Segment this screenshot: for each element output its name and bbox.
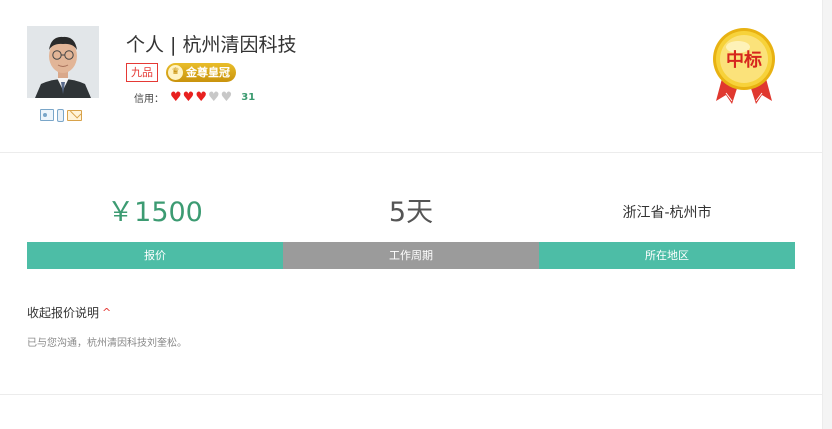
chevron-up-icon: ^ — [102, 306, 112, 319]
crown-badge-label: 金尊皇冠 — [186, 66, 230, 79]
verification-icons — [40, 108, 82, 122]
bidder-name[interactable]: 个人 | 杭州清因科技 — [126, 30, 296, 57]
medal-label: 中标 — [726, 49, 762, 71]
bid-note: 已与您沟通，杭州清因科技刘奎松。 — [27, 338, 187, 349]
crown-icon: ♛ — [168, 65, 183, 80]
crown-badge: ♛ 金尊皇冠 — [166, 63, 236, 82]
credit-label: 信用： — [134, 94, 164, 105]
heart-icon: ♥ — [195, 90, 207, 105]
credit-rating: 信用： ♥ ♥ ♥ ♥ ♥ 31 — [134, 90, 255, 105]
period-label: 工作周期 — [283, 242, 539, 269]
scrollbar[interactable] — [822, 0, 832, 429]
winning-bid-medal: 中标 — [708, 27, 780, 105]
collapse-details-toggle[interactable]: 收起报价说明 ^ — [27, 304, 111, 321]
heart-icon: ♥ — [170, 90, 182, 105]
credit-hearts: ♥ ♥ ♥ ♥ ♥ — [170, 91, 232, 104]
avatar[interactable] — [27, 26, 99, 98]
area-value: 浙江省-杭州市 — [622, 205, 712, 221]
area-label: 所在地区 — [539, 242, 795, 269]
bid-card: 个人 | 杭州清因科技 九品 ♛ 金尊皇冠 信用： ♥ ♥ ♥ ♥ ♥ 31 中标 ￥1… — [0, 0, 822, 429]
mail-icon[interactable] — [67, 109, 82, 121]
heart-icon: ♥ — [220, 90, 233, 105]
phone-icon[interactable] — [57, 108, 64, 122]
credit-score: 31 — [241, 92, 256, 103]
period-value: 5天 — [388, 197, 434, 228]
divider — [0, 394, 822, 395]
toggle-label: 收起报价说明 — [27, 306, 100, 320]
heart-icon: ♥ — [207, 90, 220, 105]
price-value: ￥1500 — [107, 197, 203, 228]
id-card-icon[interactable] — [40, 109, 54, 121]
divider — [0, 152, 822, 153]
heart-icon: ♥ — [182, 90, 195, 105]
rank-badge: 九品 — [126, 63, 158, 82]
price-label: 报价 — [27, 242, 283, 269]
